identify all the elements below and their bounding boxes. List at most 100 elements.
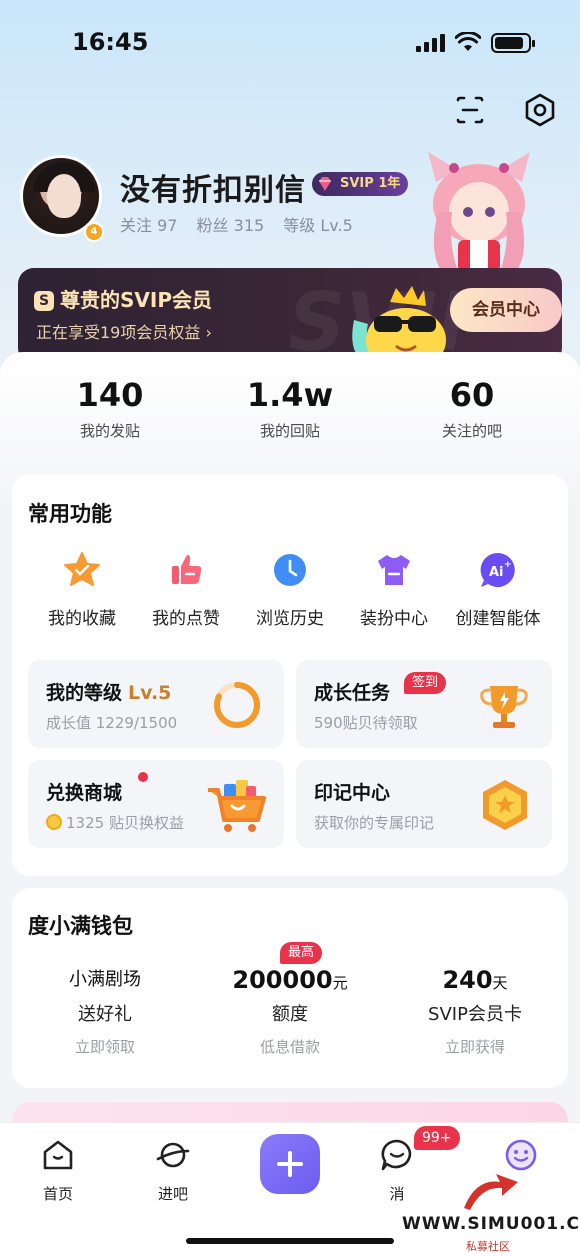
shirt-icon <box>378 555 410 585</box>
func-label: 我的点赞 <box>152 609 220 629</box>
status-time: 16:45 <box>72 28 149 56</box>
follow-count[interactable]: 关注 97 <box>120 216 177 235</box>
diamond-icon <box>319 177 331 191</box>
svip-badge[interactable]: SVIP 1年 <box>312 172 409 196</box>
scan-icon[interactable] <box>452 92 488 128</box>
signal-icon <box>416 34 446 52</box>
wallet-line2: SVIP会员卡 <box>428 1004 522 1025</box>
wallet-line1: 小满剧场 <box>69 969 141 990</box>
ai-icon: Ai + <box>480 552 515 587</box>
avatar-level-badge: 4 <box>84 222 104 242</box>
member-center-button[interactable]: 会员中心 <box>450 288 562 332</box>
tile-title: 兑换商城 <box>46 782 123 804</box>
svip-card-title: S 尊贵的SVIP会员 <box>34 284 212 313</box>
wallet-amount: 200000元 <box>232 966 348 994</box>
shopping-cart-icon <box>208 780 266 832</box>
svg-text:+: + <box>504 560 512 570</box>
tile-subtitle: 590贴贝待领取 <box>314 714 418 732</box>
count-value: 140 <box>76 376 144 414</box>
tile-my-level[interactable]: 我的等级 Lv.5 成长值 1229/1500 <box>28 660 284 748</box>
common-functions-card: 常用功能 我的收藏 我的点赞 浏览历史 装扮中心 Ai + 创建智能体 我的等级… <box>12 474 568 876</box>
planet-icon <box>156 1142 190 1168</box>
count-followed-bars[interactable]: 60 关注的吧 <box>392 376 552 441</box>
tab-enter-bar[interactable]: 进吧 <box>133 1137 213 1204</box>
coin-icon <box>46 814 62 830</box>
tile-subtitle: 1325 贴贝换权益 <box>46 812 184 833</box>
tile-title: 我的等级 Lv.5 <box>46 682 172 704</box>
wallet-line2: 送好礼 <box>78 1004 132 1025</box>
func-favorites[interactable]: 我的收藏 <box>32 550 132 629</box>
count-my-replies[interactable]: 1.4w 我的回贴 <box>210 376 370 441</box>
clock-icon <box>274 554 306 586</box>
watermark-text: WWW.SIMU001.CN <box>402 1214 580 1234</box>
wallet-action: 低息借款 <box>259 1038 320 1056</box>
svip-badge-label: SVIP 1年 <box>340 176 401 191</box>
tile-title: 印记中心 <box>314 782 391 804</box>
section-title: 度小满钱包 <box>28 914 133 938</box>
tile-mark-center[interactable]: 印记中心 获取你的专属印记 <box>296 760 552 848</box>
post-plus-button[interactable] <box>260 1134 320 1194</box>
settings-icon[interactable] <box>522 92 558 128</box>
watermark-subtext: 私募社区 <box>466 1240 510 1253</box>
wallet-card: 度小满钱包 小满剧场 送好礼 立即领取 200000元 额度 低息借款 240天… <box>12 888 568 1088</box>
tile-title: 成长任务 <box>314 682 391 704</box>
wallet-amount: 240天 <box>442 966 508 994</box>
level-progress-ring <box>214 682 260 728</box>
count-label: 我的回贴 <box>259 422 320 440</box>
count-value: 60 <box>449 376 495 414</box>
tile-exchange-mall[interactable]: 兑换商城 1325 贴贝换权益 <box>28 760 284 848</box>
username[interactable]: 没有折扣别信 <box>120 165 306 209</box>
home-indicator[interactable] <box>186 1238 394 1244</box>
count-value: 1.4w <box>246 376 334 414</box>
message-count-badge: 99+ <box>414 1126 460 1150</box>
plus-icon <box>277 1151 303 1177</box>
count-label: 我的发贴 <box>79 422 140 440</box>
status-bar: 16:45 <box>0 0 580 90</box>
battery-icon <box>491 33 535 53</box>
star-icon <box>64 552 100 586</box>
level-text[interactable]: 等级 Lv.5 <box>283 216 353 235</box>
anime-avatar-figure[interactable] <box>418 152 540 272</box>
func-label: 创建智能体 <box>455 609 541 629</box>
wallet-action: 立即获得 <box>444 1038 505 1056</box>
func-dressup[interactable]: 装扮中心 <box>344 550 444 629</box>
checkin-tag: 签到 <box>404 672 447 694</box>
svip-membership-card[interactable]: SVIP S尊贵的SVIP会员 正在享受19项会员权益 › 会员中心 <box>18 268 562 364</box>
wallet-credit[interactable]: 200000元 额度 低息借款 <box>205 966 375 1057</box>
wallet-line2: 额度 <box>272 1004 308 1025</box>
tab-label: 消 <box>389 1185 405 1203</box>
func-likes[interactable]: 我的点赞 <box>136 550 236 629</box>
func-label: 装扮中心 <box>360 609 428 629</box>
func-label: 我的收藏 <box>48 609 116 629</box>
svip-card-subtitle[interactable]: 正在享受19项会员权益 › <box>36 319 212 343</box>
svip-logo-icon: S <box>34 291 54 311</box>
wifi-icon <box>455 32 481 51</box>
level-tag: Lv.5 <box>128 682 172 704</box>
tile-subtitle: 获取你的专属印记 <box>314 814 435 832</box>
thumbs-up-icon <box>172 555 202 584</box>
fans-count[interactable]: 粉丝 315 <box>197 216 265 235</box>
tab-label: 首页 <box>42 1185 73 1203</box>
trophy-icon <box>480 686 528 728</box>
post-counts: 140 我的发贴 1.4w 我的回贴 60 关注的吧 <box>0 376 580 456</box>
home-icon <box>43 1140 73 1170</box>
tab-label: 进吧 <box>157 1185 188 1203</box>
count-my-posts[interactable]: 140 我的发贴 <box>30 376 190 441</box>
wallet-theater[interactable]: 小满剧场 送好礼 立即领取 <box>20 966 190 1057</box>
badge-hexagon-icon <box>483 780 527 830</box>
section-title: 常用功能 <box>28 502 112 526</box>
func-create-agent[interactable]: Ai + 创建智能体 <box>448 550 548 629</box>
svg-text:Ai: Ai <box>489 565 504 580</box>
profile-stats: 关注 97 粉丝 315 等级 Lv.5 <box>120 212 367 236</box>
func-label: 浏览历史 <box>256 609 324 629</box>
watermark-logo-icon <box>464 1174 518 1210</box>
count-label: 关注的吧 <box>441 422 502 440</box>
new-dot <box>138 772 148 782</box>
max-tag: 最高 <box>280 942 323 964</box>
tab-home[interactable]: 首页 <box>18 1137 98 1204</box>
tile-subtitle: 成长值 1229/1500 <box>46 714 178 732</box>
func-history[interactable]: 浏览历史 <box>240 550 340 629</box>
wallet-svip-card[interactable]: 240天 SVIP会员卡 立即获得 <box>390 966 560 1057</box>
message-icon <box>381 1139 412 1171</box>
tile-growth-tasks[interactable]: 成长任务 签到 590贴贝待领取 <box>296 660 552 748</box>
